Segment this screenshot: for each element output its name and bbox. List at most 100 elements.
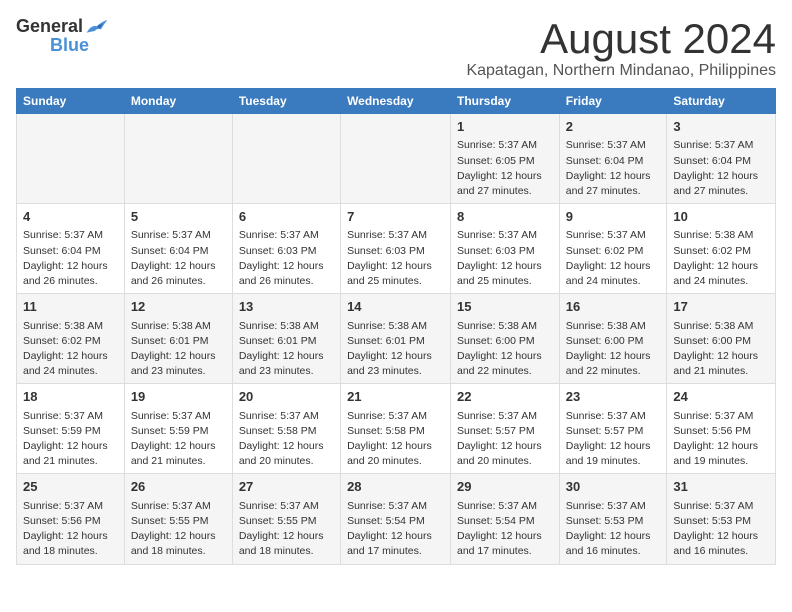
month-title: August 2024 bbox=[466, 16, 776, 62]
day-number: 1 bbox=[457, 118, 553, 136]
calendar-week-row: 4 Sunrise: 5:37 AMSunset: 6:04 PMDaylight… bbox=[17, 204, 776, 294]
day-info: Sunrise: 5:37 AMSunset: 6:04 PMDaylight:… bbox=[673, 138, 769, 199]
table-row: 1 Sunrise: 5:37 AMSunset: 6:05 PMDaylight… bbox=[451, 114, 560, 204]
day-number: 3 bbox=[673, 118, 769, 136]
day-number: 15 bbox=[457, 298, 553, 316]
day-info: Sunrise: 5:38 AMSunset: 6:00 PMDaylight:… bbox=[673, 319, 769, 380]
logo-blue-text: Blue bbox=[50, 35, 89, 56]
day-info: Sunrise: 5:37 AMSunset: 5:56 PMDaylight:… bbox=[673, 409, 769, 470]
day-info: Sunrise: 5:37 AMSunset: 5:54 PMDaylight:… bbox=[347, 499, 444, 560]
table-row: 8 Sunrise: 5:37 AMSunset: 6:03 PMDaylight… bbox=[451, 204, 560, 294]
table-row: 6Sunrise: 5:37 AMSunset: 6:03 PMDaylight… bbox=[232, 204, 340, 294]
day-info: Sunrise: 5:37 AMSunset: 5:57 PMDaylight:… bbox=[566, 409, 661, 470]
day-info: Sunrise: 5:38 AMSunset: 6:01 PMDaylight:… bbox=[239, 319, 334, 380]
title-section: August 2024 Kapatagan, Northern Mindanao… bbox=[466, 16, 776, 80]
table-row: 15 Sunrise: 5:38 AMSunset: 6:00 PMDayligh… bbox=[451, 294, 560, 384]
day-info: Sunrise: 5:37 AMSunset: 5:56 PMDaylight:… bbox=[23, 499, 118, 560]
day-info: Sunrise: 5:37 AMSunset: 5:53 PMDaylight:… bbox=[566, 499, 661, 560]
table-row: 10Sunrise: 5:38 AMSunset: 6:02 PMDayligh… bbox=[667, 204, 776, 294]
table-row: 14 Sunrise: 5:38 AMSunset: 6:01 PMDayligh… bbox=[341, 294, 451, 384]
table-row: 29 Sunrise: 5:37 AMSunset: 5:54 PMDayligh… bbox=[451, 474, 560, 564]
day-info: Sunrise: 5:37 AMSunset: 6:04 PMDaylight:… bbox=[23, 228, 118, 289]
day-number: 12 bbox=[131, 298, 226, 316]
day-number: 13 bbox=[239, 298, 334, 316]
table-row: 16Sunrise: 5:38 AMSunset: 6:00 PMDayligh… bbox=[559, 294, 667, 384]
day-number: 5 bbox=[131, 208, 226, 226]
table-row: 7 Sunrise: 5:37 AMSunset: 6:03 PMDaylight… bbox=[341, 204, 451, 294]
table-row: 31Sunrise: 5:37 AMSunset: 5:53 PMDayligh… bbox=[667, 474, 776, 564]
day-info: Sunrise: 5:38 AMSunset: 6:00 PMDaylight:… bbox=[457, 319, 553, 380]
table-row bbox=[341, 114, 451, 204]
header-saturday: Saturday bbox=[667, 89, 776, 114]
day-number: 29 bbox=[457, 478, 553, 496]
day-info: Sunrise: 5:38 AMSunset: 6:02 PMDaylight:… bbox=[23, 319, 118, 380]
calendar-header-row: Sunday Monday Tuesday Wednesday Thursday… bbox=[17, 89, 776, 114]
day-info: Sunrise: 5:38 AMSunset: 6:01 PMDaylight:… bbox=[131, 319, 226, 380]
header-friday: Friday bbox=[559, 89, 667, 114]
table-row: 11 Sunrise: 5:38 AMSunset: 6:02 PMDayligh… bbox=[17, 294, 125, 384]
day-info: Sunrise: 5:37 AMSunset: 5:55 PMDaylight:… bbox=[239, 499, 334, 560]
day-info: Sunrise: 5:37 AMSunset: 5:54 PMDaylight:… bbox=[457, 499, 553, 560]
day-info: Sunrise: 5:38 AMSunset: 6:02 PMDaylight:… bbox=[673, 228, 769, 289]
day-number: 14 bbox=[347, 298, 444, 316]
table-row: 19 Sunrise: 5:37 AMSunset: 5:59 PMDayligh… bbox=[124, 384, 232, 474]
day-info: Sunrise: 5:37 AMSunset: 5:59 PMDaylight:… bbox=[23, 409, 118, 470]
table-row: 2Sunrise: 5:37 AMSunset: 6:04 PMDaylight… bbox=[559, 114, 667, 204]
table-row bbox=[232, 114, 340, 204]
day-info: Sunrise: 5:37 AMSunset: 6:03 PMDaylight:… bbox=[457, 228, 553, 289]
header-monday: Monday bbox=[124, 89, 232, 114]
day-number: 19 bbox=[131, 388, 226, 406]
day-number: 8 bbox=[457, 208, 553, 226]
table-row: 5 Sunrise: 5:37 AMSunset: 6:04 PMDaylight… bbox=[124, 204, 232, 294]
table-row: 24 Sunrise: 5:37 AMSunset: 5:56 PMDayligh… bbox=[667, 384, 776, 474]
day-number: 7 bbox=[347, 208, 444, 226]
day-info: Sunrise: 5:37 AMSunset: 5:57 PMDaylight:… bbox=[457, 409, 553, 470]
table-row: 4 Sunrise: 5:37 AMSunset: 6:04 PMDaylight… bbox=[17, 204, 125, 294]
day-info: Sunrise: 5:37 AMSunset: 6:03 PMDaylight:… bbox=[347, 228, 444, 289]
table-row: 26Sunrise: 5:37 AMSunset: 5:55 PMDayligh… bbox=[124, 474, 232, 564]
header-thursday: Thursday bbox=[451, 89, 560, 114]
day-info: Sunrise: 5:37 AMSunset: 5:59 PMDaylight:… bbox=[131, 409, 226, 470]
day-number: 16 bbox=[566, 298, 661, 316]
table-row: 22Sunrise: 5:37 AMSunset: 5:57 PMDayligh… bbox=[451, 384, 560, 474]
day-number: 27 bbox=[239, 478, 334, 496]
logo-bird-icon bbox=[85, 17, 109, 37]
calendar-table: Sunday Monday Tuesday Wednesday Thursday… bbox=[16, 88, 776, 564]
table-row: 20 Sunrise: 5:37 AMSunset: 5:58 PMDayligh… bbox=[232, 384, 340, 474]
day-number: 17 bbox=[673, 298, 769, 316]
day-number: 24 bbox=[673, 388, 769, 406]
day-number: 31 bbox=[673, 478, 769, 496]
day-info: Sunrise: 5:37 AMSunset: 6:02 PMDaylight:… bbox=[566, 228, 661, 289]
logo: General Blue bbox=[16, 16, 109, 56]
table-row bbox=[124, 114, 232, 204]
day-number: 25 bbox=[23, 478, 118, 496]
header-tuesday: Tuesday bbox=[232, 89, 340, 114]
table-row bbox=[17, 114, 125, 204]
day-number: 30 bbox=[566, 478, 661, 496]
day-number: 20 bbox=[239, 388, 334, 406]
table-row: 27 Sunrise: 5:37 AMSunset: 5:55 PMDayligh… bbox=[232, 474, 340, 564]
day-number: 21 bbox=[347, 388, 444, 406]
day-info: Sunrise: 5:37 AMSunset: 5:58 PMDaylight:… bbox=[239, 409, 334, 470]
day-number: 28 bbox=[347, 478, 444, 496]
day-info: Sunrise: 5:37 AMSunset: 6:04 PMDaylight:… bbox=[131, 228, 226, 289]
day-number: 6 bbox=[239, 208, 334, 226]
table-row: 25 Sunrise: 5:37 AMSunset: 5:56 PMDayligh… bbox=[17, 474, 125, 564]
table-row: 3 Sunrise: 5:37 AMSunset: 6:04 PMDaylight… bbox=[667, 114, 776, 204]
table-row: 21Sunrise: 5:37 AMSunset: 5:58 PMDayligh… bbox=[341, 384, 451, 474]
day-number: 11 bbox=[23, 298, 118, 316]
page-header: General Blue August 2024 Kapatagan, Nort… bbox=[16, 16, 776, 80]
table-row: 17 Sunrise: 5:38 AMSunset: 6:00 PMDayligh… bbox=[667, 294, 776, 384]
calendar-week-row: 18Sunrise: 5:37 AMSunset: 5:59 PMDayligh… bbox=[17, 384, 776, 474]
table-row: 12 Sunrise: 5:38 AMSunset: 6:01 PMDayligh… bbox=[124, 294, 232, 384]
day-info: Sunrise: 5:37 AMSunset: 6:05 PMDaylight:… bbox=[457, 138, 553, 199]
location-title: Kapatagan, Northern Mindanao, Philippine… bbox=[466, 62, 776, 80]
table-row: 30 Sunrise: 5:37 AMSunset: 5:53 PMDayligh… bbox=[559, 474, 667, 564]
day-number: 9 bbox=[566, 208, 661, 226]
day-info: Sunrise: 5:38 AMSunset: 6:01 PMDaylight:… bbox=[347, 319, 444, 380]
day-number: 4 bbox=[23, 208, 118, 226]
day-info: Sunrise: 5:37 AMSunset: 6:04 PMDaylight:… bbox=[566, 138, 661, 199]
table-row: 9 Sunrise: 5:37 AMSunset: 6:02 PMDaylight… bbox=[559, 204, 667, 294]
header-wednesday: Wednesday bbox=[341, 89, 451, 114]
calendar-week-row: 11 Sunrise: 5:38 AMSunset: 6:02 PMDayligh… bbox=[17, 294, 776, 384]
